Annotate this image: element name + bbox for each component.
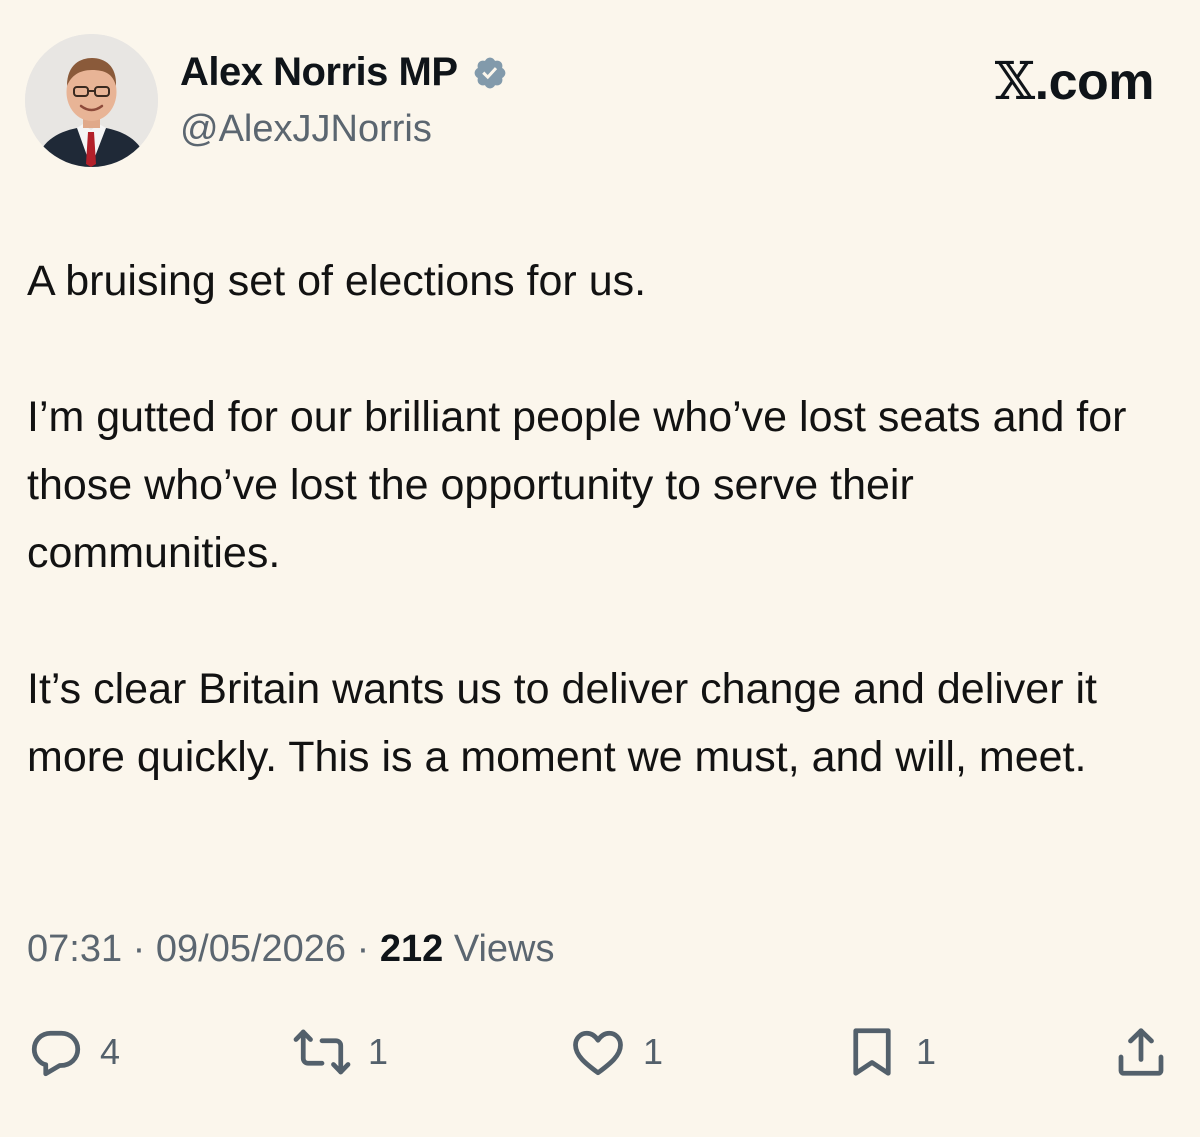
meta-separator: · (356, 928, 370, 970)
share-button[interactable] (1110, 1022, 1172, 1082)
author-handle[interactable]: @AlexJJNorris (180, 108, 432, 151)
views-count: 212 (379, 928, 444, 970)
verified-badge-icon (472, 55, 508, 91)
meta-separator: · (132, 928, 146, 970)
avatar[interactable] (25, 34, 158, 167)
tweet-meta: 07:31 · 09/05/2026 · 212 Views (27, 928, 555, 971)
views-label: Views (453, 928, 555, 970)
reply-count: 4 (100, 1031, 121, 1072)
author-display-name[interactable]: Alex Norris MP (180, 50, 458, 95)
author-name-row: Alex Norris MP (180, 50, 508, 95)
share-icon (1118, 1028, 1164, 1076)
bookmark-count: 1 (916, 1031, 937, 1072)
repost-button[interactable]: 1 (290, 1022, 388, 1082)
tweet-date[interactable]: 09/05/2026 (156, 928, 346, 970)
tweet-card: Alex Norris MP @AlexJJNorris 𝕏 .com A br… (0, 0, 1200, 1137)
like-button[interactable]: 1 (567, 1022, 663, 1082)
x-com-suffix: .com (1034, 53, 1155, 111)
bookmark-icon (853, 1028, 891, 1076)
x-com-logo: 𝕏 .com (994, 52, 1155, 112)
heart-icon (573, 1030, 623, 1076)
x-logo-icon: 𝕏 (994, 52, 1035, 112)
tweet-text: A bruising set of elections for us. I’m … (27, 247, 1177, 791)
like-count: 1 (643, 1031, 664, 1072)
tweet-paragraph: It’s clear Britain wants us to deliver c… (27, 665, 1097, 781)
reply-icon (31, 1030, 81, 1077)
tweet-paragraph: I’m gutted for our brilliant people who’… (27, 393, 1127, 577)
reply-button[interactable]: 4 (26, 1022, 120, 1082)
tweet-actions: 4 1 1 1 (0, 1022, 1200, 1082)
repost-count: 1 (368, 1031, 389, 1072)
bookmark-button[interactable]: 1 (842, 1022, 936, 1082)
tweet-paragraph: A bruising set of elections for us. (27, 257, 647, 305)
repost-icon (293, 1029, 351, 1075)
tweet-time[interactable]: 07:31 (27, 928, 122, 970)
